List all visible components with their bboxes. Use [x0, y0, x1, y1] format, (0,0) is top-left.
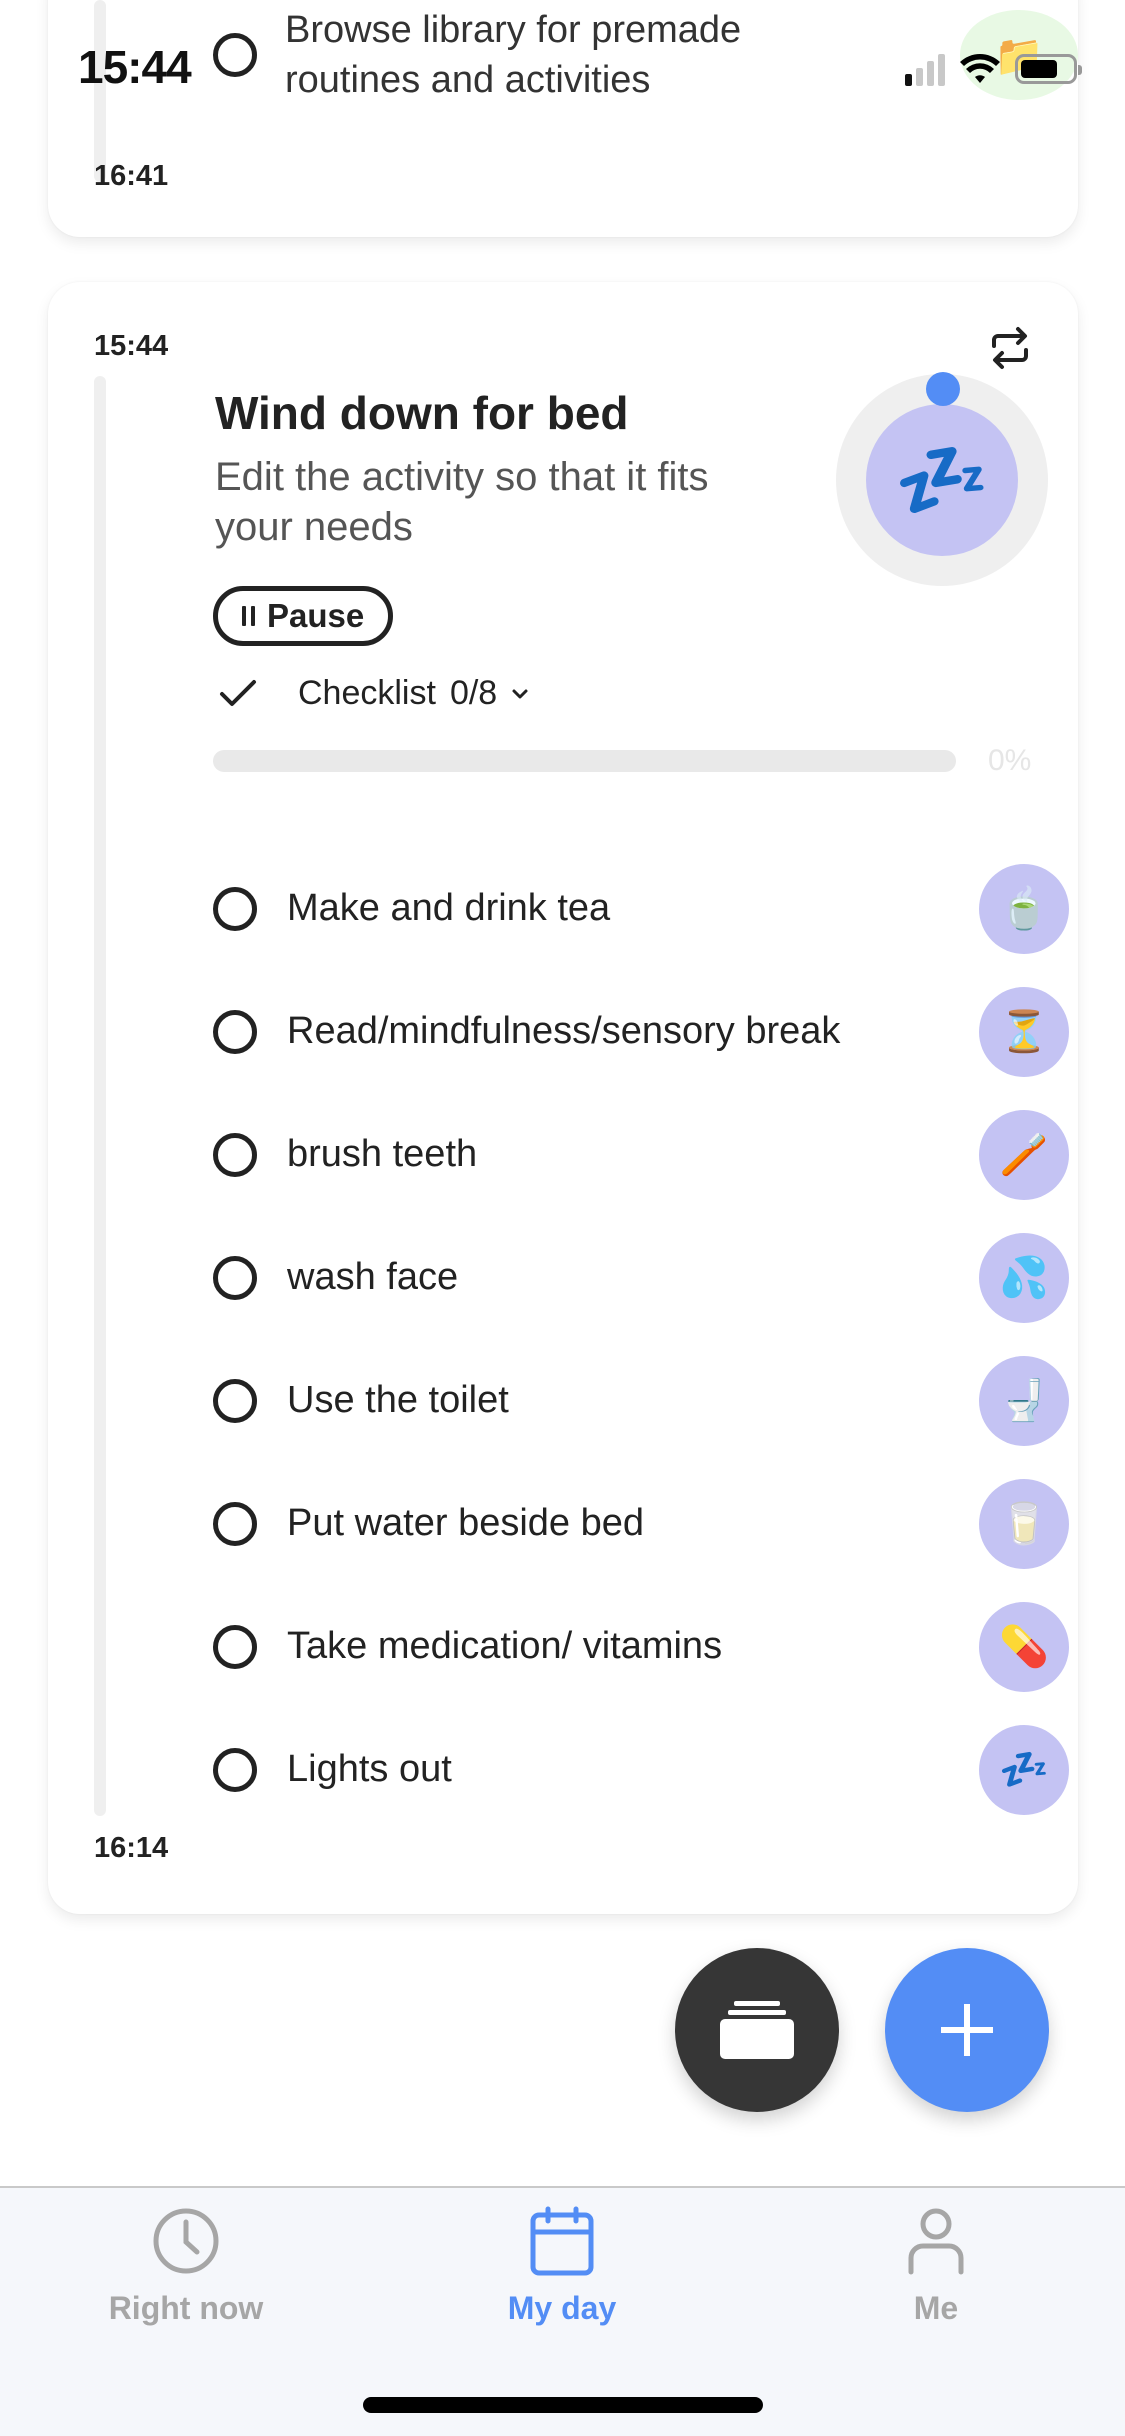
- item-label: Browse library for premade routines and …: [285, 9, 742, 101]
- tab-me[interactable]: Me: [806, 2206, 1066, 2327]
- checklist-toggle[interactable]: Checklist 0/8: [218, 674, 529, 713]
- item-label: Take medication/ vitamins: [287, 1625, 723, 1667]
- previous-activity-card: Browse library for premade routines and …: [48, 0, 1078, 237]
- pill-icon: 💊: [979, 1601, 1069, 1692]
- item-label: Put water beside bed: [287, 1502, 645, 1544]
- plus-icon: [941, 2004, 993, 2056]
- item-radio[interactable]: [213, 1255, 257, 1300]
- toothbrush-icon: 🪥: [979, 1109, 1069, 1200]
- end-time: 16:41: [94, 160, 169, 192]
- library-button[interactable]: [675, 1948, 839, 2112]
- checkmark-icon: [220, 679, 256, 706]
- pause-button[interactable]: Pause: [213, 586, 394, 646]
- item-label: Read/mindfulness/sensory break: [287, 1010, 841, 1052]
- checklist-item[interactable]: brush teeth 🪥: [213, 1093, 1073, 1216]
- tab-label: My day: [507, 2290, 617, 2326]
- tab-label: Me: [913, 2290, 959, 2326]
- item-label: wash face: [287, 1256, 459, 1298]
- start-time: 15:44: [94, 330, 169, 362]
- clock-icon: [153, 2208, 219, 2274]
- item-radio[interactable]: [213, 1378, 257, 1423]
- checklist-progress-bar: [213, 750, 956, 772]
- status-bar-icons: [905, 52, 1082, 86]
- timeline-bar: [94, 376, 106, 1816]
- checklist-item[interactable]: Use the toilet 🚽: [213, 1339, 1073, 1462]
- progress-percent: 0%: [988, 744, 1032, 777]
- add-button[interactable]: [885, 1948, 1049, 2112]
- item-label: Lights out: [287, 1748, 452, 1790]
- sensory-timer-icon: ⏳: [979, 986, 1069, 1077]
- checklist-items: Make and drink tea 🍵 Read/mindfulness/sens…: [213, 847, 1073, 1831]
- activity-title: Wind down for bed: [215, 387, 629, 439]
- checklist-item[interactable]: Take medication/ vitamins 💊: [213, 1585, 1073, 1708]
- calendar-icon: [530, 2206, 594, 2276]
- item-label: Use the toilet: [287, 1379, 509, 1421]
- chevron-down-icon: [512, 689, 528, 698]
- home-indicator[interactable]: [363, 2397, 763, 2413]
- item-radio[interactable]: [213, 886, 257, 931]
- toilet-icon: 🚽: [979, 1355, 1069, 1446]
- water-glass-icon: 🥛: [979, 1478, 1069, 1569]
- item-radio[interactable]: [213, 1747, 257, 1792]
- timer-progress-knob[interactable]: [926, 372, 960, 406]
- item-radio[interactable]: [213, 1009, 257, 1054]
- item-radio[interactable]: [213, 1132, 257, 1177]
- cellular-signal-icon: [905, 52, 945, 86]
- checklist-item[interactable]: Make and drink tea 🍵: [213, 847, 1073, 970]
- item-label: brush teeth: [287, 1133, 478, 1175]
- checklist-item[interactable]: wash face 💦: [213, 1216, 1073, 1339]
- checklist-item[interactable]: Put water beside bed 🥛: [213, 1462, 1073, 1585]
- activity-card[interactable]: 15:44 Wind down for bed Edit the activit…: [48, 282, 1078, 1914]
- sleep-icon: 💤: [894, 438, 990, 523]
- battery-icon: [1015, 54, 1082, 84]
- wifi-icon: [960, 54, 1000, 83]
- library-icon: [720, 2001, 794, 2059]
- status-bar-time: 15:44: [78, 41, 192, 93]
- sleep-icon: 💤: [979, 1724, 1069, 1815]
- item-radio[interactable]: [213, 33, 257, 77]
- checklist-item[interactable]: Read/mindfulness/sensory break ⏳: [213, 970, 1073, 1093]
- item-label: Make and drink tea: [287, 887, 611, 929]
- water-drops-icon: 💦: [979, 1232, 1069, 1323]
- person-icon: [908, 2208, 964, 2275]
- activity-timer: 💤: [836, 372, 1048, 586]
- tab-right-now[interactable]: Right now: [56, 2206, 316, 2327]
- pause-label: Pause: [267, 597, 365, 634]
- checklist-item[interactable]: Browse library for premade routines and …: [213, 5, 845, 105]
- end-time: 16:14: [94, 1832, 169, 1864]
- activity-description: Edit the activity so that it fits your n…: [215, 455, 709, 549]
- repeat-icon[interactable]: [986, 324, 1034, 372]
- tab-my-day[interactable]: My day: [432, 2206, 692, 2327]
- activity-icon-circle: 💤: [866, 404, 1018, 556]
- checklist-label: Checklist: [298, 674, 436, 712]
- pause-icon: [242, 606, 255, 626]
- tab-label: Right now: [108, 2290, 264, 2326]
- item-radio[interactable]: [213, 1624, 257, 1669]
- checklist-item[interactable]: Lights out 💤: [213, 1708, 1073, 1831]
- item-radio[interactable]: [213, 1501, 257, 1546]
- checklist-count: 0/8: [449, 674, 498, 712]
- tea-icon: 🍵: [979, 863, 1069, 954]
